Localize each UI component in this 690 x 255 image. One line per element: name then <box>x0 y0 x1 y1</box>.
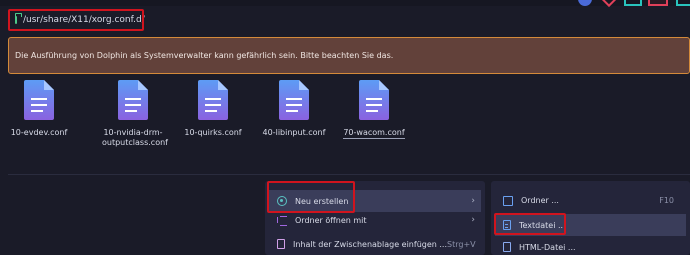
file-item[interactable]: 10-nvidia-drm-outputclass.conf <box>96 80 170 148</box>
window-button-e[interactable] <box>676 0 690 6</box>
file-icon <box>118 80 148 120</box>
file-item[interactable]: 70-wacom.conf <box>336 80 412 139</box>
menu-item-label: Neu erstellen <box>295 196 349 206</box>
context-menu: Neu erstellen › Ordner öffnen mit › Inha… <box>265 181 485 255</box>
menu-item-label: Inhalt der Zwischenablage einfügen ... <box>293 239 448 249</box>
view-divider <box>8 174 690 175</box>
file-name: 10-quirks.conf <box>184 128 242 137</box>
submenu-item-ordner[interactable]: Ordner ... F10 <box>495 189 686 211</box>
location-path: /usr/share/X11/xorg.conf.d/ <box>23 15 145 25</box>
submenu-item-textdatei[interactable]: Textdatei ... <box>495 214 686 236</box>
menu-item-label: Ordner ... <box>521 195 559 205</box>
menu-item-ordner-oeffnen-mit[interactable]: Ordner öffnen mit › <box>269 209 481 231</box>
file-name: 70-wacom.conf <box>343 128 405 139</box>
menu-item-label: Ordner öffnen mit <box>295 215 367 225</box>
menu-item-label: HTML-Datei ... <box>519 242 576 252</box>
root-warning-banner: Die Ausführung von Dolphin als Systemver… <box>8 37 690 74</box>
menu-item-shortcut: Strg+V <box>447 239 476 249</box>
file-name-container: 70-wacom.conf <box>336 128 412 139</box>
html-file-icon <box>503 242 511 252</box>
new-icon <box>277 196 287 206</box>
file-icon <box>24 80 54 120</box>
chevron-right-icon: › <box>471 215 475 225</box>
dolphin-window: /usr/share/X11/xorg.conf.d/ Die Ausführu… <box>0 0 690 255</box>
window-button-a[interactable] <box>578 0 592 6</box>
file-item[interactable]: 10-evdev.conf <box>1 80 77 138</box>
file-icon <box>279 80 309 120</box>
menu-item-shortcut: F10 <box>659 195 674 205</box>
menu-item-label: Textdatei ... <box>519 220 566 230</box>
open-with-icon <box>277 215 287 226</box>
file-name: 10-nvidia-drm-outputclass.conf <box>102 128 168 147</box>
file-name: 40-libinput.conf <box>262 128 326 137</box>
file-item[interactable]: 40-libinput.conf <box>256 80 332 138</box>
location-bar[interactable]: /usr/share/X11/xorg.conf.d/ <box>8 10 145 30</box>
submenu-item-html-datei[interactable]: HTML-Datei ... <box>495 236 686 255</box>
window-title-strip <box>0 0 690 8</box>
clipboard-icon <box>277 239 285 249</box>
text-file-icon <box>503 220 511 230</box>
window-button-d[interactable] <box>648 0 668 6</box>
chevron-right-icon: › <box>471 196 475 206</box>
warning-text: Die Ausführung von Dolphin als Systemver… <box>15 51 394 60</box>
file-item[interactable]: 10-quirks.conf <box>175 80 251 138</box>
window-button-b[interactable] <box>601 0 617 8</box>
folder-icon <box>14 13 22 24</box>
window-button-c[interactable] <box>624 0 642 6</box>
file-icon <box>198 80 228 120</box>
menu-item-paste[interactable]: Inhalt der Zwischenablage einfügen ... S… <box>269 233 481 255</box>
file-name: 10-evdev.conf <box>10 128 68 137</box>
file-icon <box>359 80 389 120</box>
folder-icon <box>503 196 513 206</box>
new-submenu: Ordner ... F10 Textdatei ... HTML-Datei … <box>491 181 690 255</box>
